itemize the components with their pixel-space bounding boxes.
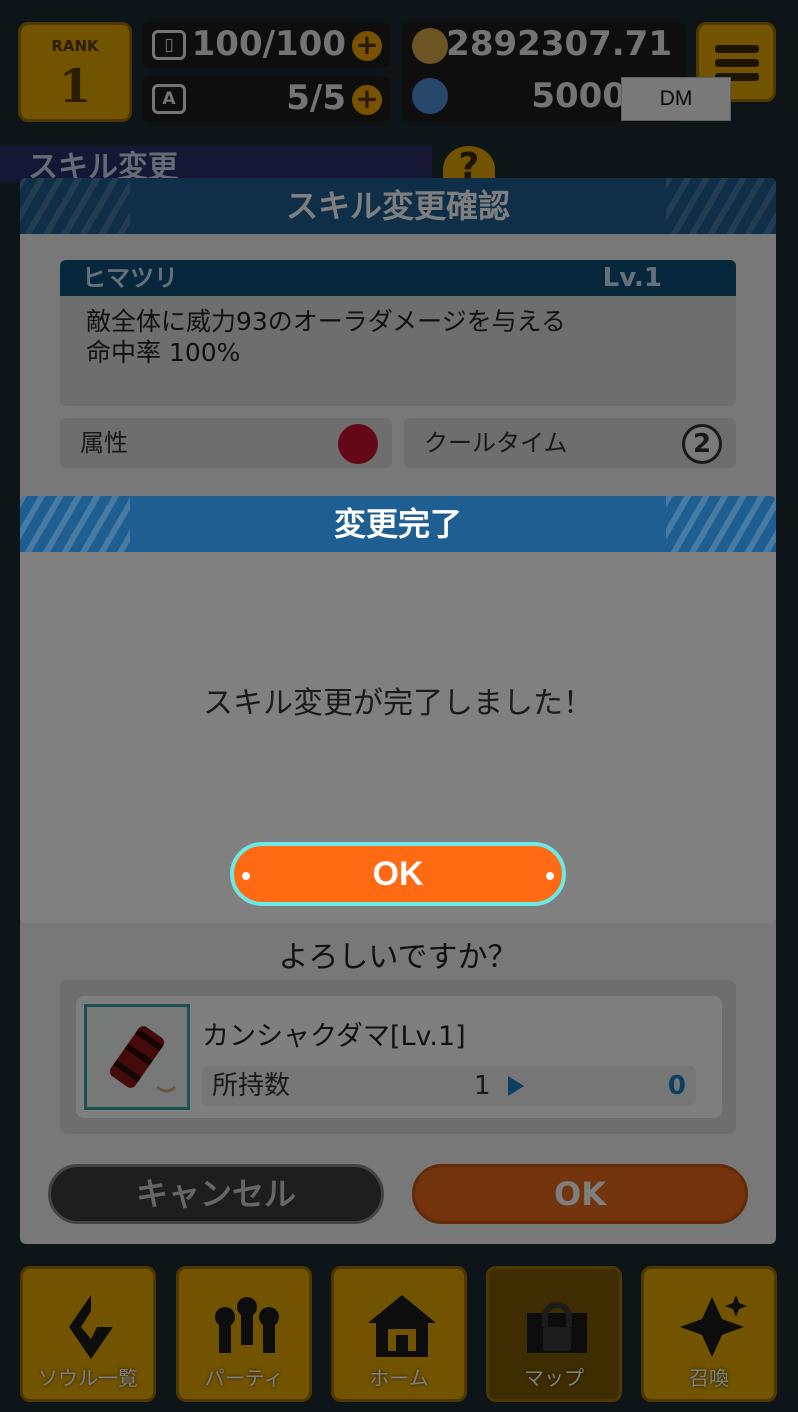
- header-stripes-left: [20, 496, 130, 552]
- dialog-title: 変更完了: [333, 505, 462, 543]
- header-stripes-right: [666, 496, 776, 552]
- dialog-ok-button[interactable]: OK: [230, 842, 566, 906]
- dialog-ok-label: OK: [372, 855, 424, 893]
- dialog-message: スキル変更が完了しました！: [203, 686, 593, 721]
- dialog-header: 変更完了: [20, 496, 776, 552]
- button-dot: [546, 872, 554, 880]
- button-dot: [242, 872, 250, 880]
- change-complete-dialog: 変更完了 スキル変更が完了しました！ OK: [20, 496, 776, 923]
